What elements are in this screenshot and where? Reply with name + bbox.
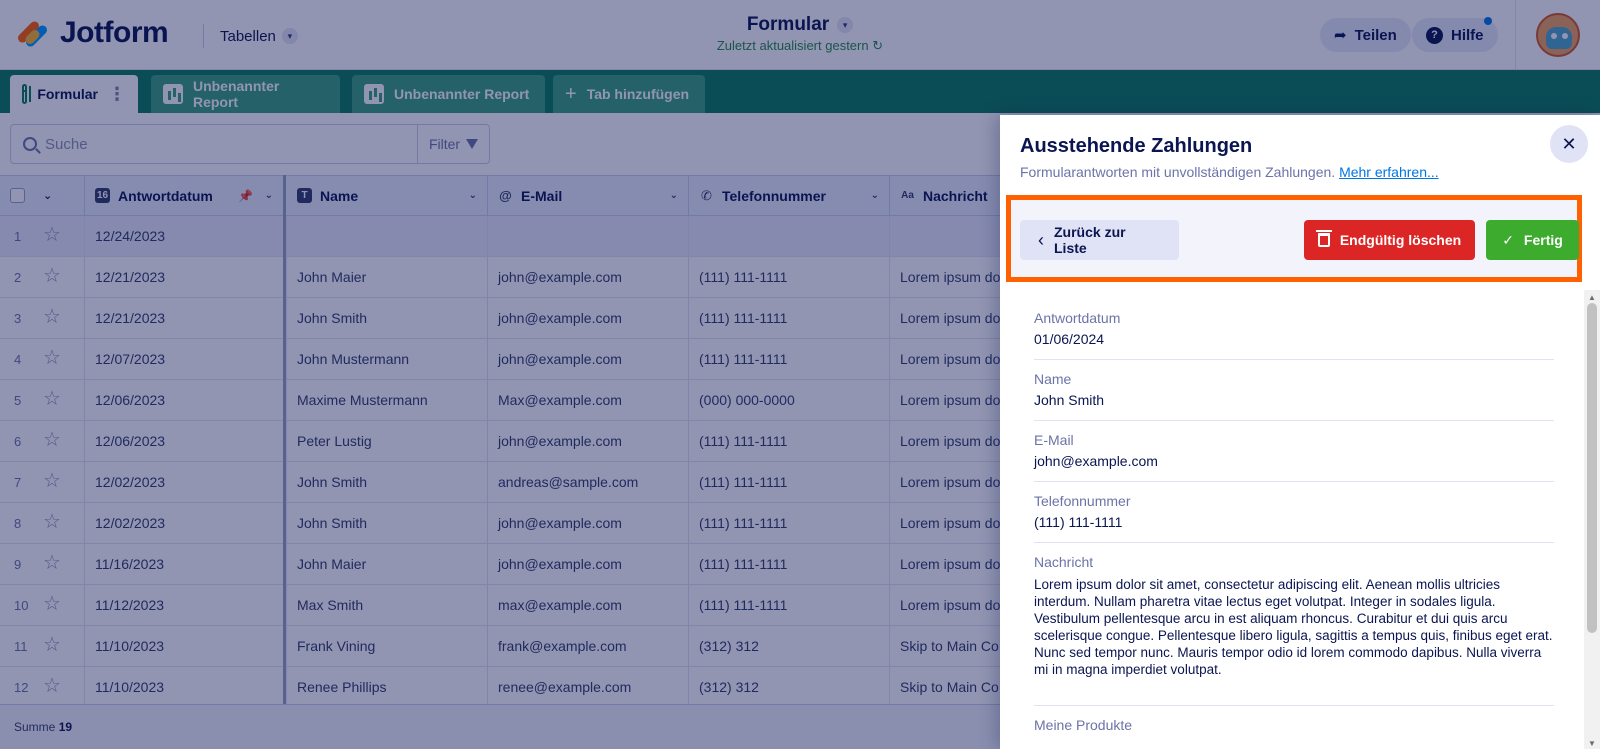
field-label: Nachricht <box>1034 554 1094 570</box>
field-value: 01/06/2024 <box>1034 331 1105 347</box>
panel-description-text: Formularantworten mit unvollständigen Za… <box>1020 164 1336 180</box>
back-to-list-button[interactable]: ‹ Zurück zur Liste <box>1020 220 1179 260</box>
done-label: Fertig <box>1523 232 1563 248</box>
field-label: Name <box>1034 371 1072 387</box>
chevron-left-icon: ‹ <box>1038 229 1044 250</box>
scroll-up-arrow-icon[interactable]: ▲ <box>1588 293 1596 302</box>
field-value: (111) 111-1111 <box>1034 514 1123 530</box>
scrollbar-thumb[interactable] <box>1587 303 1597 633</box>
detail-field-antwortdatum: Antwortdatum 01/06/2024 <box>1034 310 1554 360</box>
trash-icon <box>1315 230 1332 247</box>
pending-payments-panel: Ausstehende Zahlungen Formularantworten … <box>1000 115 1600 749</box>
close-icon[interactable]: ✕ <box>1550 125 1588 163</box>
detail-field-meine-produkte: Meine Produkte <box>1034 717 1554 749</box>
scroll-down-arrow-icon[interactable]: ▼ <box>1588 739 1596 748</box>
done-button[interactable]: ✓ Fertig <box>1486 220 1579 260</box>
field-label: Telefonnummer <box>1034 493 1131 509</box>
panel-description: Formularantworten mit unvollständigen Za… <box>1020 164 1439 180</box>
field-value: John Smith <box>1034 392 1105 408</box>
panel-action-bar: ‹ Zurück zur Liste Endgültig löschen ✓ F… <box>1011 200 1579 277</box>
field-value: john@example.com <box>1034 453 1158 469</box>
detail-field-email: E-Mail john@example.com <box>1034 432 1554 482</box>
delete-permanently-button[interactable]: Endgültig löschen <box>1304 220 1475 260</box>
field-label: Antwortdatum <box>1034 310 1121 326</box>
delete-label: Endgültig löschen <box>1339 232 1462 248</box>
field-value: Lorem ipsum dolor sit amet, consectetur … <box>1034 577 1553 677</box>
detail-field-nachricht: Nachricht Lorem ipsum dolor sit amet, co… <box>1034 554 1554 706</box>
panel-title: Ausstehende Zahlungen <box>1020 135 1253 157</box>
back-label: Zurück zur Liste <box>1054 224 1126 256</box>
submission-details[interactable]: Antwortdatum 01/06/2024 Name John Smith … <box>1000 290 1600 749</box>
detail-field-telefonnummer: Telefonnummer (111) 111-1111 <box>1034 493 1554 543</box>
field-label: Meine Produkte <box>1034 717 1133 733</box>
detail-field-name: Name John Smith <box>1034 371 1554 421</box>
check-icon: ✓ <box>1502 231 1514 248</box>
learn-more-link[interactable]: Mehr erfahren... <box>1339 164 1439 180</box>
field-label: E-Mail <box>1034 432 1074 448</box>
